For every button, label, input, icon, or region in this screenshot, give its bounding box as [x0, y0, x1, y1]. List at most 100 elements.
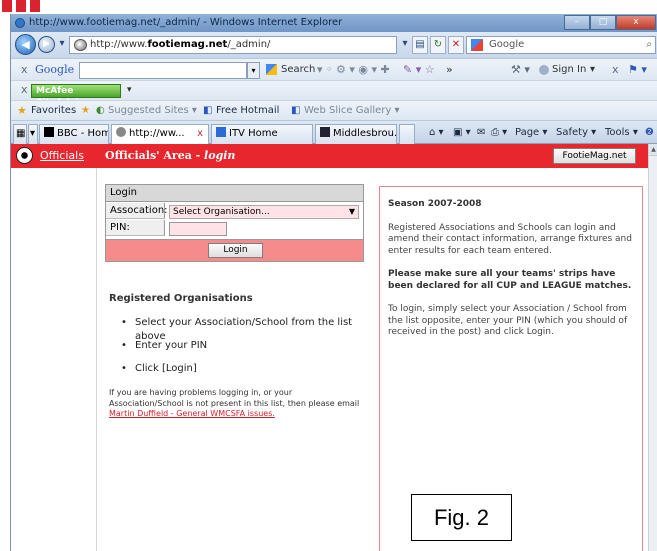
sign-in-button[interactable]: Sign In — [552, 62, 586, 78]
more-tools-icon[interactable]: » — [446, 62, 453, 78]
translate-icon[interactable]: ⚑ ▾ — [628, 62, 647, 78]
chevron-down-icon: ▼ — [348, 207, 355, 216]
bookmark-icon[interactable]: ✎ ▾ ☆ — [403, 62, 435, 78]
sign-in-dropdown-icon[interactable]: ▾ — [590, 62, 595, 78]
read-mail-icon[interactable]: ✉ — [477, 126, 485, 140]
google-search-button[interactable]: Search — [281, 62, 315, 78]
refresh-icon[interactable]: ↻ — [430, 36, 446, 54]
login-button[interactable]: Login — [208, 243, 263, 258]
address-domain: footiemag.net — [147, 39, 228, 50]
tab-label: BBC - Home... — [57, 128, 109, 139]
help-icon[interactable]: ❷ — [645, 126, 654, 140]
page-viewport: Officials Officials' Area - login Footie… — [11, 144, 657, 551]
logo-shape — [2, 0, 12, 12]
login-heading: Login — [106, 185, 363, 202]
email-link[interactable]: Martin Duffield - General WMCSFA issues. — [109, 409, 275, 418]
registered-title: Registered Organisations — [109, 293, 253, 304]
scroll-up-icon[interactable]: ▲ — [649, 144, 657, 156]
minimize-button[interactable]: – — [564, 15, 590, 30]
compatibility-icon[interactable]: ▤ — [412, 36, 428, 54]
safety-menu[interactable]: Safety ▾ — [556, 126, 596, 140]
site-favicon-icon — [74, 39, 87, 51]
add-favorite-icon[interactable]: ★ — [81, 104, 90, 118]
google-logo: Google — [35, 63, 75, 76]
mcafee-dropdown-icon[interactable]: ▾ — [127, 82, 132, 98]
new-tab-button[interactable] — [399, 124, 415, 144]
back-button[interactable]: ◀ — [15, 34, 36, 55]
quick-tabs-icon[interactable]: ▦ — [13, 124, 27, 144]
address-prefix: http://www. — [90, 39, 148, 50]
logo-shape — [16, 0, 26, 12]
google-toolbar-close-icon[interactable]: x — [21, 62, 28, 78]
area-title-text: Officials' Area - — [105, 149, 205, 162]
address-bar[interactable]: http://www.footiemag.net/_admin/ — [69, 36, 397, 54]
corner-logo — [0, 0, 46, 14]
association-label: Assocation: — [106, 203, 168, 219]
google-toolbar: x Google ▾ Search ▾ ◦ ⚙ ▾ ◉ ▾ ✚ ✎ ▾ ☆ » … — [11, 58, 657, 80]
list-item: Click [Login] — [121, 362, 371, 385]
window-title: http://www.footiemag.net/_admin/ - Windo… — [29, 17, 343, 28]
pin-label: PIN: — [106, 220, 165, 236]
mcafee-siteadvisor-button[interactable]: McAfee SiteAdvisor — [31, 84, 121, 108]
search-placeholder: Google — [489, 39, 525, 50]
instructions-list: Select your Association/School from the … — [121, 316, 371, 385]
season-para-2: Please make sure all your teams' strips … — [388, 269, 632, 291]
stop-icon[interactable]: ✕ — [448, 36, 464, 54]
tab-bbc[interactable]: BBC - Home... — [39, 124, 109, 144]
address-dropdown-icon[interactable]: ▾ — [399, 36, 411, 54]
site-favicon-icon — [116, 127, 126, 137]
mcafee-close-icon[interactable]: x — [21, 82, 28, 98]
history-dropdown-icon[interactable]: ▾ — [57, 36, 67, 54]
logo-shape — [30, 0, 40, 12]
google-dropdown-icon[interactable]: ▾ — [247, 62, 260, 79]
pin-input[interactable] — [169, 222, 227, 236]
page-menu[interactable]: Page ▾ — [515, 126, 547, 140]
print-icon[interactable]: ⎙ ▾ — [491, 126, 507, 140]
home-icon[interactable]: ⌂ ▾ — [429, 126, 444, 140]
officials-link[interactable]: Officials — [40, 149, 84, 162]
title-bar: http://www.footiemag.net/_admin/ - Windo… — [11, 14, 657, 32]
wrench-icon[interactable]: ⚒ ▾ — [511, 62, 530, 78]
site-header: Officials Officials' Area - login Footie… — [11, 144, 648, 168]
help-text-body: If you are having problems logging in, o… — [109, 388, 360, 408]
google-search-input[interactable] — [79, 62, 247, 79]
free-hotmail-link[interactable]: Free Hotmail — [216, 104, 279, 118]
suggested-sites-link[interactable]: Suggested Sites ▾ — [108, 104, 197, 118]
search-icon[interactable]: ⌕ — [646, 37, 652, 53]
login-panel: Login Assocation: Select Organisation...… — [105, 184, 364, 262]
close-tab-icon[interactable]: x — [197, 125, 203, 143]
help-text: If you are having problems logging in, o… — [109, 388, 364, 420]
tab-list-dropdown-icon[interactable]: ▾ — [28, 124, 38, 144]
navigation-bar: ◀ ▶ ▾ http://www.footiemag.net/_admin/ ▾… — [11, 32, 657, 58]
feeds-icon[interactable]: ▣ ▾ — [453, 126, 471, 140]
tab-label: http://ww... — [129, 128, 185, 139]
user-icon — [539, 65, 549, 75]
tab-label: ITV Home — [229, 128, 278, 139]
google-search-icon — [266, 64, 277, 75]
page-title: Officials' Area - login — [105, 149, 235, 162]
tab-footiemag[interactable]: http://ww... x — [111, 124, 209, 144]
tab-middlesbrough[interactable]: Middlesbrou... — [315, 124, 397, 144]
search-box[interactable]: Google ⌕ — [466, 36, 656, 54]
footiemag-button[interactable]: FootieMag.net — [553, 148, 636, 164]
close-window-button[interactable]: x — [616, 15, 656, 30]
figure-label: Fig. 2 — [411, 494, 512, 541]
maximize-button[interactable]: □ — [590, 15, 616, 30]
tab-itv[interactable]: ITV Home — [211, 124, 313, 144]
association-select[interactable]: Select Organisation... ▼ — [169, 205, 359, 219]
login-footer: Login — [106, 239, 363, 261]
favorites-button[interactable]: Favorites — [31, 104, 76, 118]
favorites-star-icon: ★ — [17, 104, 27, 117]
vertical-scrollbar[interactable]: ▲ — [648, 144, 657, 551]
season-para-1: Registered Associations and Schools can … — [388, 222, 632, 256]
google-icon — [471, 39, 483, 51]
tab-label: Middlesbrou... — [333, 128, 397, 139]
tools-menu[interactable]: Tools ▾ — [605, 126, 638, 140]
google-toolbar-close-icon[interactable]: x — [612, 62, 619, 78]
web-slice-gallery-link[interactable]: Web Slice Gallery ▾ — [304, 104, 400, 118]
google-dropdown-icon[interactable]: ▾ ◦ ⚙ ▾ ◉ ▾ ✚ — [317, 62, 390, 78]
favorites-bar: ★ Favorites ★ ◐ Suggested Sites ▾ ◧ Free… — [11, 100, 657, 120]
list-item: Select your Association/School from the … — [121, 316, 371, 342]
suggested-sites-icon: ◐ — [96, 105, 105, 116]
forward-button[interactable]: ▶ — [38, 36, 55, 53]
